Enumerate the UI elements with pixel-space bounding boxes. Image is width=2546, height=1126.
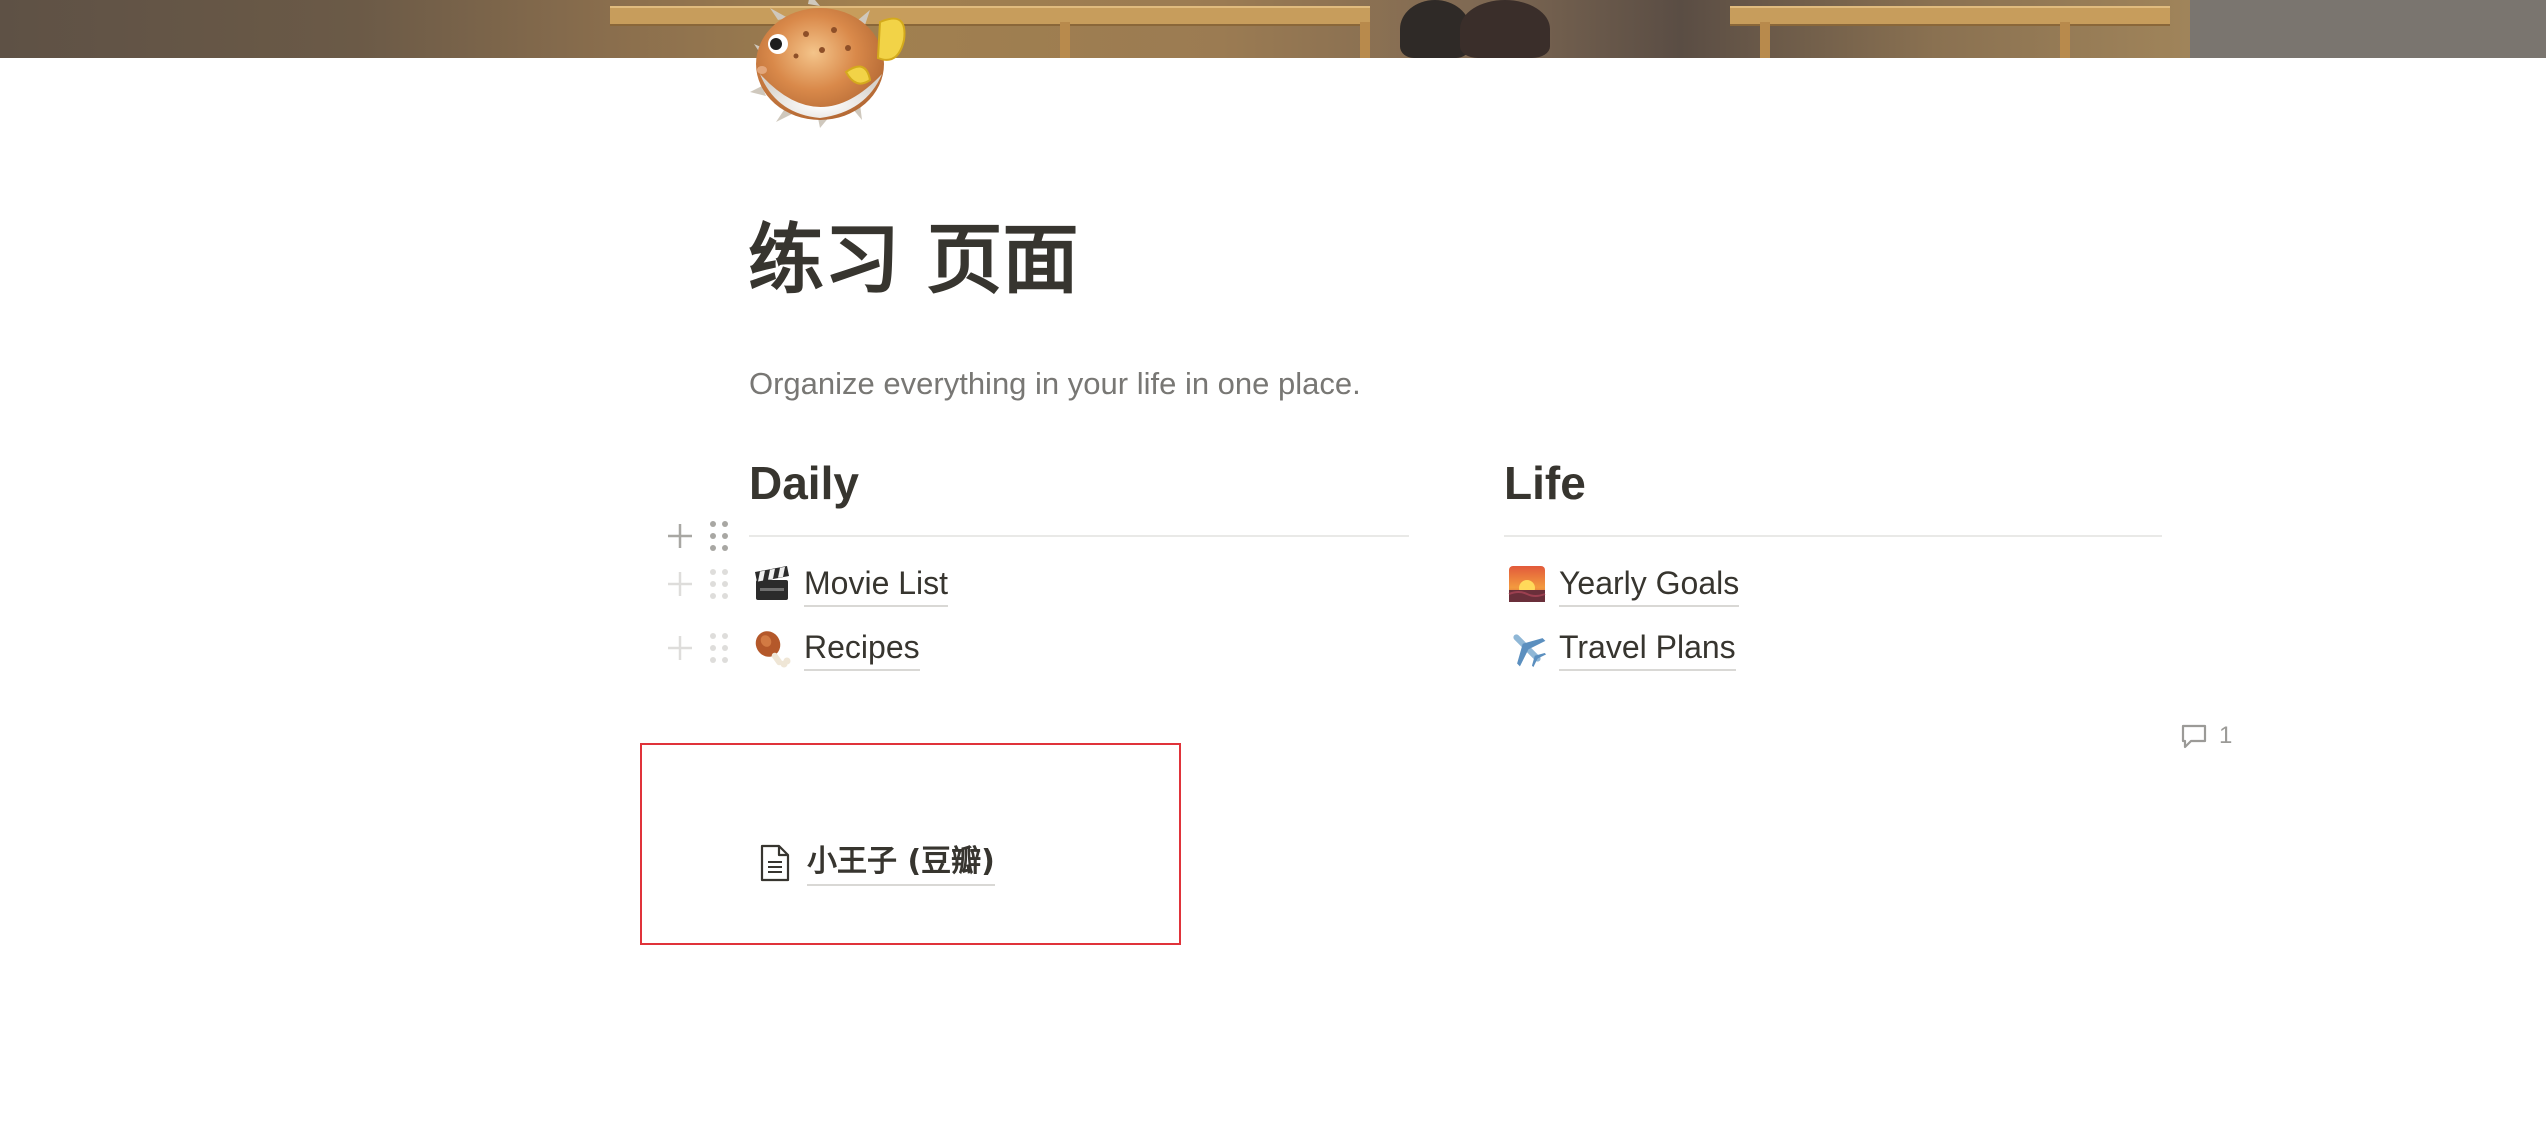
cover-image[interactable] (0, 0, 2546, 58)
heading-divider (1504, 535, 2162, 537)
page-link-yearly-goals[interactable]: Yearly Goals (1505, 559, 1740, 609)
blowfish-icon[interactable] (748, 0, 908, 128)
plus-icon[interactable] (664, 564, 696, 604)
airplane-icon (1505, 626, 1549, 670)
page-link-movie-list[interactable]: Movie List (750, 559, 949, 609)
block-controls (664, 516, 734, 556)
poultry-leg-icon (750, 626, 794, 670)
link-label[interactable]: Travel Plans (1559, 625, 1736, 671)
comments-button[interactable]: 1 (2179, 719, 2232, 753)
comment-icon (2181, 724, 2207, 749)
plus-icon[interactable] (664, 516, 696, 556)
drag-handle-icon[interactable] (708, 628, 730, 668)
drag-handle-icon[interactable] (708, 564, 730, 604)
block-controls (664, 628, 734, 668)
link-label[interactable]: Movie List (804, 561, 949, 607)
block-controls (664, 564, 734, 604)
page-title[interactable]: 练习 页面 (748, 205, 1078, 315)
heading-daily[interactable]: Daily (749, 453, 859, 513)
page-document-icon (753, 841, 797, 885)
page-description[interactable]: Organize everything in your life in one … (749, 364, 1361, 404)
page-link-subpage[interactable]: 小王子 (豆瓣) (753, 838, 995, 888)
plus-icon[interactable] (664, 628, 696, 668)
page-link-travel-plans[interactable]: Travel Plans (1505, 623, 1736, 673)
link-label[interactable]: Yearly Goals (1559, 561, 1740, 607)
clapper-board-icon (750, 562, 794, 606)
comment-count: 1 (2219, 722, 2233, 749)
page-link-recipes[interactable]: Recipes (750, 623, 920, 673)
link-label[interactable]: 小王子 (豆瓣) (807, 840, 995, 886)
sunrise-icon (1505, 562, 1549, 606)
link-label[interactable]: Recipes (804, 625, 920, 671)
heading-life[interactable]: Life (1504, 453, 1586, 513)
drag-handle-icon[interactable] (708, 516, 730, 556)
heading-divider (749, 535, 1409, 537)
